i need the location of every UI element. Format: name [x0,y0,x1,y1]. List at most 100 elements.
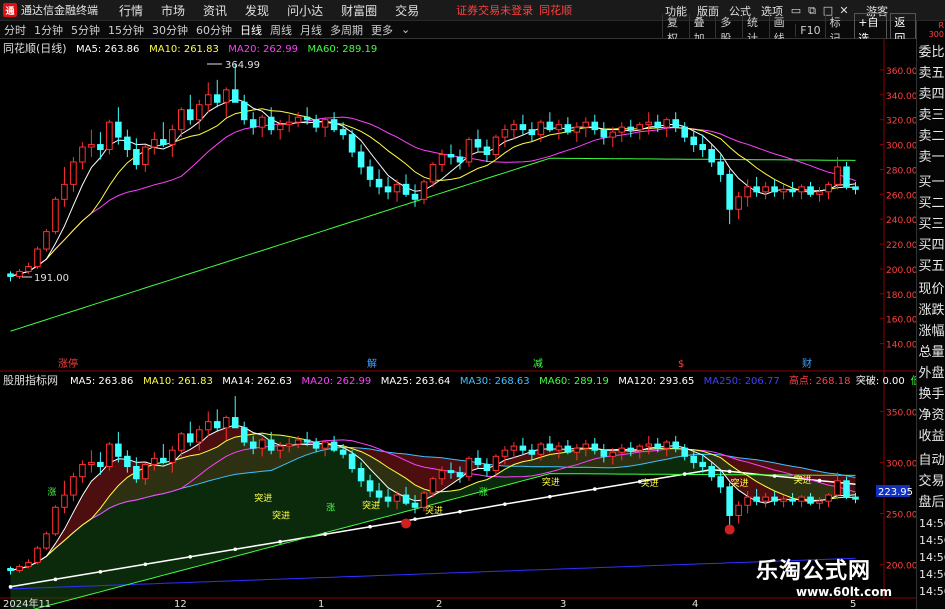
lower-candle [816,500,823,504]
kline-chart[interactable]: 同花顺(日线) MA5: 263.86 MA10: 261.83 MA20: 262… [0,39,916,609]
lower-candle [339,449,347,455]
side-item-buy5[interactable]: 买五 [917,260,945,274]
quote-side-panel: R 300 委比 卖五 卖四 卖三 卖二 卖一 买一 买二 买三 买四 买五 现价… [916,21,945,609]
side-item-buy2[interactable]: 买二 [917,197,945,211]
y-tick-label: 220.00 [886,241,916,251]
period-5min[interactable]: 5分钟 [67,22,104,38]
menu-item-wealth[interactable]: 财富圈 [332,2,386,19]
side-item-buy1[interactable]: 买一 [917,176,945,190]
candle [321,119,329,128]
y-tick-label: 250.00 [886,510,916,520]
period-weekly[interactable]: 周线 [266,22,296,38]
candle [411,193,419,200]
y-tick-label: 200.00 [886,266,916,276]
f10-button[interactable]: F10 [795,23,824,37]
side-item-outer[interactable]: 外盘 [917,367,945,381]
y-tick-label: 340.00 [886,92,916,102]
marker-finance[interactable]: 财 [802,357,812,370]
ma-legend-item: MA5: 263.86 [70,376,133,387]
signal-annotation: 涨 [479,487,488,498]
lower-candle [222,417,230,429]
candle [753,186,760,193]
period-1min[interactable]: 1分钟 [30,22,67,38]
x-label-mar: 3 [560,599,566,609]
ma120-dot [817,478,822,483]
candle [546,121,554,131]
y-tick-label: 160.00 [886,316,916,326]
side-item-sell4[interactable]: 卖四 [917,88,945,102]
side-item-sell2[interactable]: 卖二 [917,130,945,144]
side-item-auto[interactable]: 自动 [917,454,945,468]
candle [240,101,248,121]
side-item-trade[interactable]: 交易 [917,475,945,489]
side-item-turnover[interactable]: 换手 [917,388,945,402]
ma120-dot [413,517,417,521]
side-item-after-hours[interactable]: 盘后 [917,496,945,510]
ma120-dot [772,474,777,478]
side-item-sell5[interactable]: 卖五 [917,67,945,81]
lower-candle [186,433,194,443]
candle [276,124,284,131]
lower-candle [807,496,814,504]
ma120-dot [548,494,552,499]
period-daily[interactable]: 日线 [236,22,266,38]
side-item-earnings[interactable]: 收益 [917,430,945,444]
side-item-sell3[interactable]: 卖三 [917,109,945,123]
menu-item-ask[interactable]: 问小达 [278,2,332,19]
menu-item-quotes[interactable]: 行情 [110,2,152,19]
side-item-net-asset[interactable]: 净资 [917,409,945,423]
period-15min[interactable]: 15分钟 [104,22,148,38]
lower-candle [771,496,778,502]
candle [690,136,697,146]
more-dropdown-icon[interactable]: ⌄ [397,23,414,36]
lower-candle [285,443,293,447]
marker-reduce[interactable]: 减 [533,358,543,370]
period-multi[interactable]: 多周期 [326,22,367,38]
lower-candle [366,480,374,492]
side-item-buy4[interactable]: 买四 [917,239,945,253]
side-item-buy3[interactable]: 买三 [917,218,945,232]
y-tick-label: 240.00 [886,216,916,226]
restore-icon[interactable]: ⧉ [804,4,820,18]
side-item-change[interactable]: 涨跌 [917,304,945,318]
lower-candle [492,455,500,472]
marker-unlock[interactable]: 解 [367,357,377,370]
period-30min[interactable]: 30分钟 [148,22,192,38]
menu-item-discover[interactable]: 发现 [236,2,278,19]
period-timeshare[interactable]: 分时 [0,22,30,38]
ma-legend-item: MA20: 262.99 [302,376,372,387]
candle [384,186,392,193]
y-tick-label: 350.00 [886,408,916,418]
period-more[interactable]: 更多 [367,22,397,38]
login-warning[interactable]: 证券交易未登录 [456,2,533,18]
marker-limit-up[interactable]: 涨停 [58,357,78,370]
candle [178,109,185,131]
y-tick-label: 300.00 [886,459,916,469]
lower-candle [88,461,95,465]
candle [573,126,581,133]
side-item-price[interactable]: 现价 [917,283,945,297]
candle [519,124,527,131]
period-monthly[interactable]: 月线 [296,22,326,38]
side-item-weibi[interactable]: 委比 [917,46,945,60]
side-item-sell1[interactable]: 卖一 [917,151,945,165]
side-item-change-pct[interactable]: 涨幅 [917,325,945,339]
lower-candle [429,478,437,494]
lower-candle [825,494,832,502]
lower-candle [115,443,122,457]
candle [34,248,41,267]
side-item-volume[interactable]: 总量 [917,346,945,360]
lower-candle [699,461,706,468]
candle [618,126,626,133]
candle [735,196,742,210]
marker-dollar[interactable]: $ [678,359,684,370]
menu-item-trade[interactable]: 交易 [386,2,428,19]
period-60min[interactable]: 60分钟 [192,22,236,38]
login-brand[interactable]: 同花顺 [539,2,572,18]
menu-bar: 通 通达信金融终端 行情 市场 资讯 发现 问小达 财富圈 交易 证券交易未登录… [0,0,945,21]
candle [97,144,104,151]
candle [61,183,68,200]
menu-item-news[interactable]: 资讯 [194,2,236,19]
menu-item-market[interactable]: 市场 [152,2,194,19]
lower-candle [600,449,608,457]
